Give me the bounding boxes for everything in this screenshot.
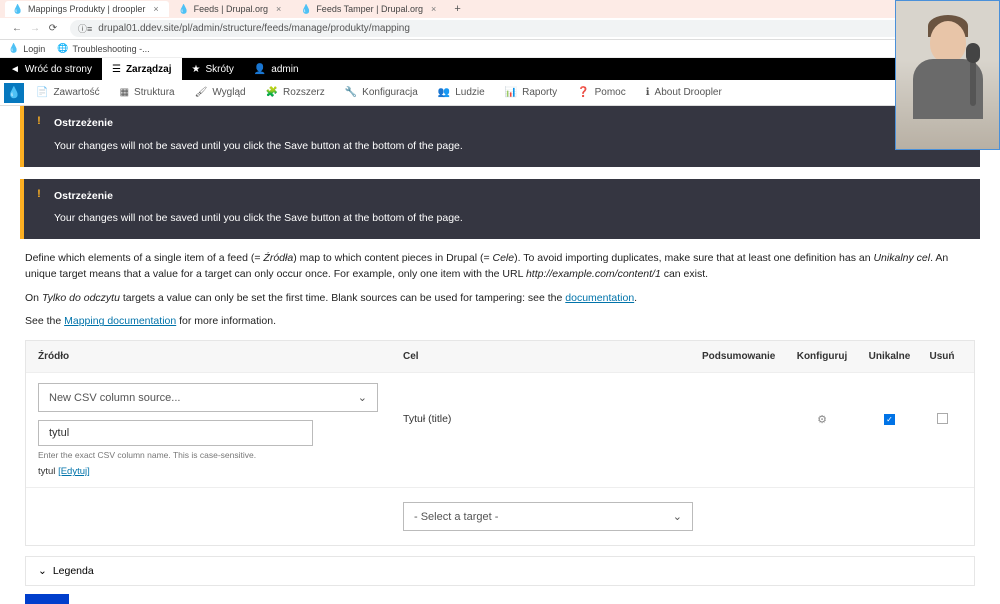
existing-source: tytul [Edytuj] (38, 466, 403, 477)
structure-icon: ▦ (120, 87, 129, 98)
bookmark-bar: 💧 Login 🌐 Troubleshooting -... (0, 40, 1000, 58)
drupal-icon: 💧 (13, 4, 23, 14)
target-label: Tytuł (title) (403, 383, 702, 425)
tab-mappings[interactable]: 💧 Mappings Produkty | droopler × (5, 1, 169, 17)
chevron-down-icon: ⌄ (38, 565, 47, 577)
header-summary: Podsumowanie (702, 351, 787, 362)
address-bar: ← → ⟳ ⓘ≡ drupal01.ddev.site/pl/admin/str… (0, 18, 1000, 40)
legend-details[interactable]: ⌄ Legenda (25, 556, 975, 586)
drupal-icon: 💧 (8, 43, 19, 54)
nav-appearance[interactable]: 🖌Wygląd (185, 87, 256, 98)
mapping-table: Źródło Cel Podsumowanie Konfiguruj Unika… (25, 340, 975, 546)
reload-icon[interactable]: ⟳ (44, 23, 62, 34)
doc-icon: 🌐 (57, 43, 68, 54)
table-row: New CSV column source... ⌄ Enter the exa… (26, 372, 974, 487)
helper-text: Enter the exact CSV column name. This is… (38, 450, 403, 460)
user-icon: 👤 (254, 64, 266, 75)
help-icon: ❓ (577, 87, 589, 98)
header-delete: Usuń (922, 351, 962, 362)
header-unique: Unikalne (857, 351, 922, 362)
warning-icon: ! (24, 106, 54, 167)
header-target: Cel (403, 351, 702, 362)
nav-about[interactable]: ℹAbout Droopler (636, 87, 732, 98)
tab-feeds[interactable]: 💧 Feeds | Drupal.org × (171, 1, 292, 17)
close-icon[interactable]: × (431, 4, 436, 14)
save-button[interactable] (25, 594, 69, 604)
documentation-link[interactable]: documentation (565, 292, 634, 304)
admin-toolbar: ◄ Wróć do strony ☰ Zarządzaj ★ Skróty 👤 … (0, 58, 1000, 80)
back-icon[interactable]: ← (8, 23, 26, 34)
table-header: Źródło Cel Podsumowanie Konfiguruj Unika… (26, 341, 974, 372)
drupal-icon: 💧 (301, 4, 311, 14)
header-source: Źródło (38, 351, 403, 362)
chart-icon: 📊 (505, 87, 517, 98)
nav-content[interactable]: 📄Zawartość (26, 87, 110, 98)
bookmark-login[interactable]: 💧 Login (8, 43, 45, 54)
source-select[interactable]: New CSV column source... ⌄ (38, 383, 378, 412)
puzzle-icon: 🧩 (266, 87, 278, 98)
description-1: Define which elements of a single item o… (0, 251, 1000, 283)
browser-tab-strip: 💧 Mappings Produkty | droopler × 💧 Feeds… (0, 0, 1000, 18)
target-select[interactable]: - Select a target - ⌄ (403, 502, 693, 531)
drupal-icon: 💧 (179, 4, 189, 14)
site-info-icon[interactable]: ⓘ≡ (78, 22, 92, 35)
unique-checkbox[interactable]: ✓ (884, 414, 895, 425)
page-content: ! Ostrzeżenie Your changes will not be s… (0, 106, 1000, 604)
mapping-documentation-link[interactable]: Mapping documentation (64, 315, 176, 327)
nav-reports[interactable]: 📊Raporty (495, 87, 567, 98)
bookmark-troubleshooting[interactable]: 🌐 Troubleshooting -... (57, 43, 149, 54)
url-field[interactable]: ⓘ≡ drupal01.ddev.site/pl/admin/structure… (70, 20, 984, 37)
warning-1: ! Ostrzeżenie Your changes will not be s… (20, 106, 980, 167)
legend-label: Legenda (53, 565, 94, 577)
delete-checkbox[interactable] (937, 413, 948, 424)
file-icon: 📄 (36, 87, 48, 98)
warning-2: ! Ostrzeżenie Your changes will not be s… (20, 179, 980, 240)
gear-icon[interactable]: ⚙ (817, 414, 827, 426)
warning-title: Ostrzeżenie (54, 115, 463, 132)
tab-tamper[interactable]: 💧 Feeds Tamper | Drupal.org × (293, 1, 446, 17)
wrench-icon: 🔧 (345, 87, 357, 98)
manage-toggle[interactable]: ☰ Zarządzaj (102, 58, 182, 80)
edit-source-link[interactable]: [Edytuj] (58, 466, 90, 477)
chevron-down-icon: ⌄ (358, 391, 367, 404)
drupal-logo[interactable]: 💧 (4, 83, 24, 103)
close-icon[interactable]: × (276, 4, 281, 14)
nav-structure[interactable]: ▦Struktura (110, 87, 185, 98)
back-to-site[interactable]: ◄ Wróć do strony (0, 58, 102, 80)
csv-column-input[interactable] (38, 420, 313, 446)
header-configure: Konfiguruj (787, 351, 857, 362)
nav-people[interactable]: 👥Ludzie (428, 87, 495, 98)
nav-config[interactable]: 🔧Konfiguracja (335, 87, 428, 98)
warning-message: Your changes will not be saved until you… (54, 140, 463, 152)
nav-extend[interactable]: 🧩Rozszerz (256, 87, 335, 98)
user-menu[interactable]: 👤 admin (244, 58, 309, 80)
description-2: On Tylko do odczytu targets a value can … (0, 291, 1000, 307)
shortcuts-menu[interactable]: ★ Skróty (182, 58, 244, 80)
new-tab-button[interactable]: + (448, 3, 466, 15)
warning-icon: ! (24, 179, 54, 240)
menu-icon: ☰ (112, 64, 121, 75)
nav-help[interactable]: ❓Pomoc (567, 87, 636, 98)
people-icon: 👥 (438, 87, 450, 98)
warning-message: Your changes will not be saved until you… (54, 212, 463, 224)
admin-sub-toolbar: 💧 📄Zawartość ▦Struktura 🖌Wygląd 🧩Rozszer… (0, 80, 1000, 106)
new-target-row: - Select a target - ⌄ (26, 487, 974, 545)
close-icon[interactable]: × (153, 4, 158, 14)
description-3: See the Mapping documentation for more i… (0, 314, 1000, 330)
info-icon: ℹ (646, 87, 650, 98)
webcam-overlay (895, 0, 1000, 150)
arrow-left-icon: ◄ (10, 64, 20, 75)
forward-icon: → (26, 23, 44, 34)
star-icon: ★ (192, 64, 201, 75)
chevron-down-icon: ⌄ (673, 510, 682, 523)
warning-title: Ostrzeżenie (54, 188, 463, 205)
brush-icon: 🖌 (195, 87, 208, 98)
